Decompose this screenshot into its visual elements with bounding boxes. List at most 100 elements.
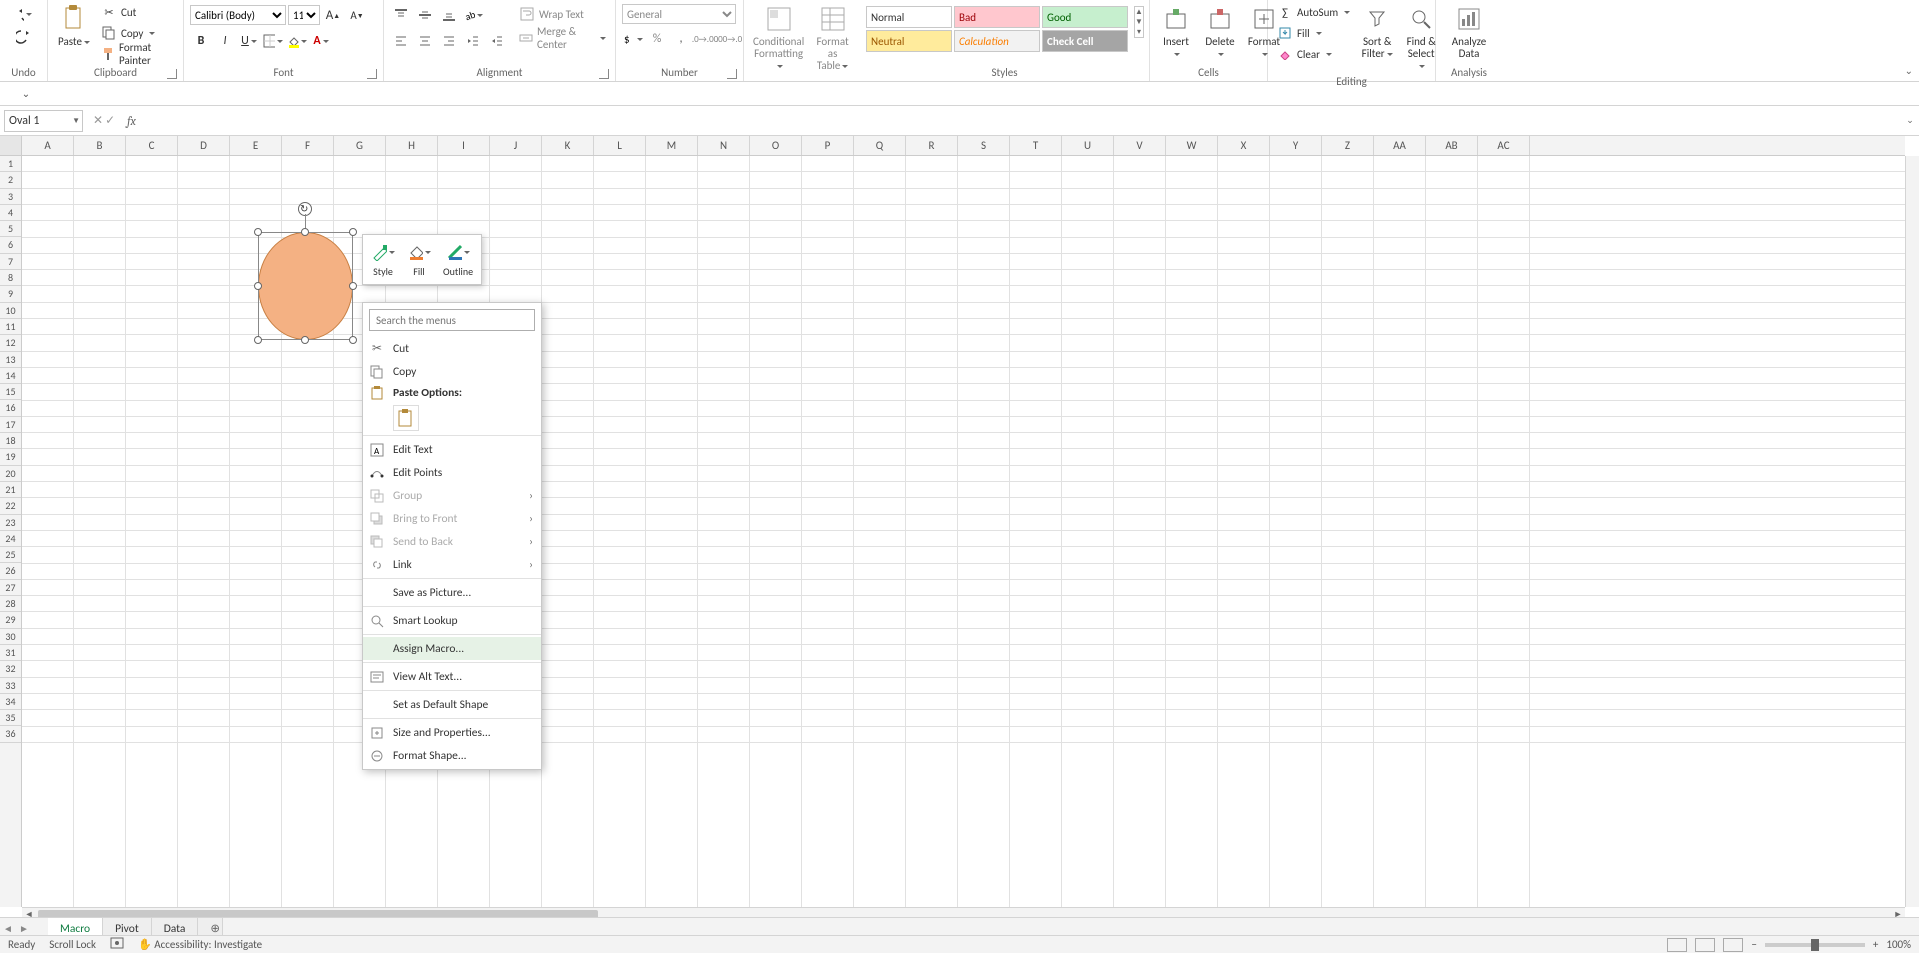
row-header-15[interactable]: 15	[0, 384, 21, 400]
row-header-6[interactable]: 6	[0, 237, 21, 253]
cell-styles-gallery[interactable]: Normal Bad Good Neutral Calculation Chec…	[866, 6, 1128, 52]
format-painter-button[interactable]: Format Painter	[98, 44, 177, 64]
sort-filter-button[interactable]: Sort & Filter	[1357, 2, 1397, 62]
col-header-H[interactable]: H	[386, 136, 438, 155]
decrease-decimal-button[interactable]: .00→.0	[718, 28, 740, 50]
copy-button[interactable]: Copy	[98, 23, 177, 43]
col-header-O[interactable]: O	[750, 136, 802, 155]
vertical-scrollbar[interactable]	[1905, 156, 1919, 907]
row-header-29[interactable]: 29	[0, 612, 21, 628]
merge-center-button[interactable]: Merge & Center	[516, 28, 609, 48]
row-header-16[interactable]: 16	[0, 400, 21, 416]
clipboard-dialog-launcher[interactable]	[167, 69, 177, 79]
redo-button[interactable]	[16, 28, 32, 44]
row-header-25[interactable]: 25	[0, 547, 21, 563]
align-right-button[interactable]	[438, 30, 460, 52]
decrease-font-button[interactable]: A▼	[346, 4, 368, 26]
analyze-data-button[interactable]: Analyze Data	[1442, 2, 1496, 62]
col-header-AC[interactable]: AC	[1478, 136, 1530, 155]
align-left-button[interactable]	[390, 30, 412, 52]
align-middle-button[interactable]	[414, 4, 436, 26]
row-header-2[interactable]: 2	[0, 172, 21, 188]
ctx-smart-lookup[interactable]: Smart Lookup	[363, 609, 541, 632]
ctx-edit-points[interactable]: Edit Points	[363, 461, 541, 484]
bold-button[interactable]: B	[190, 30, 212, 52]
row-headers[interactable]: 1234567891011121314151617181920212223242…	[0, 156, 22, 907]
row-header-9[interactable]: 9	[0, 286, 21, 302]
row-header-3[interactable]: 3	[0, 189, 21, 205]
font-dialog-launcher[interactable]	[367, 69, 377, 79]
wrap-text-button[interactable]: Wrap Text	[516, 4, 609, 24]
autosum-button[interactable]: ∑AutoSum	[1274, 2, 1353, 22]
col-header-I[interactable]: I	[438, 136, 490, 155]
enter-formula-button[interactable]: ✓	[105, 113, 115, 128]
col-header-K[interactable]: K	[542, 136, 594, 155]
increase-decimal-button[interactable]: .0→.00	[694, 28, 716, 50]
row-header-26[interactable]: 26	[0, 563, 21, 579]
col-header-Z[interactable]: Z	[1322, 136, 1374, 155]
increase-font-button[interactable]: A▲	[322, 4, 344, 26]
column-headers[interactable]: ABCDEFGHIJKLMNOPQRSTUVWXYZAAABAC	[22, 136, 1905, 156]
ctx-assign-macro[interactable]: Assign Macro...	[363, 637, 541, 660]
col-header-D[interactable]: D	[178, 136, 230, 155]
ctx-cut[interactable]: ✂Cut	[363, 337, 541, 360]
col-header-E[interactable]: E	[230, 136, 282, 155]
ribbon-collapse-button[interactable]: ⌄	[1905, 64, 1913, 77]
row-header-5[interactable]: 5	[0, 221, 21, 237]
undo-button[interactable]	[16, 6, 32, 22]
decrease-indent-button[interactable]	[462, 30, 484, 52]
row-header-33[interactable]: 33	[0, 678, 21, 694]
col-header-P[interactable]: P	[802, 136, 854, 155]
underline-button[interactable]: U	[238, 30, 260, 52]
alignment-dialog-launcher[interactable]	[599, 69, 609, 79]
handle-ne[interactable]	[349, 228, 357, 236]
handle-se[interactable]	[349, 336, 357, 344]
qat-customize-button[interactable]: ⌄	[20, 88, 32, 100]
row-header-30[interactable]: 30	[0, 629, 21, 645]
oval-shape[interactable]	[258, 232, 353, 340]
handle-nw[interactable]	[254, 228, 262, 236]
ctx-save-picture[interactable]: Save as Picture...	[363, 581, 541, 604]
fill-color-button[interactable]	[286, 30, 308, 52]
col-header-R[interactable]: R	[906, 136, 958, 155]
borders-button[interactable]	[262, 30, 284, 52]
row-header-19[interactable]: 19	[0, 449, 21, 465]
row-header-24[interactable]: 24	[0, 531, 21, 547]
ctx-default-shape[interactable]: Set as Default Shape	[363, 693, 541, 716]
row-header-28[interactable]: 28	[0, 596, 21, 612]
row-header-31[interactable]: 31	[0, 645, 21, 661]
increase-indent-button[interactable]	[486, 30, 508, 52]
style-normal[interactable]: Normal	[866, 6, 952, 28]
col-header-V[interactable]: V	[1114, 136, 1166, 155]
comma-button[interactable]: ,	[670, 28, 692, 50]
row-header-20[interactable]: 20	[0, 466, 21, 482]
col-header-N[interactable]: N	[698, 136, 750, 155]
row-header-14[interactable]: 14	[0, 368, 21, 384]
ctx-copy[interactable]: Copy	[363, 360, 541, 383]
row-header-23[interactable]: 23	[0, 515, 21, 531]
col-header-M[interactable]: M	[646, 136, 698, 155]
col-header-Q[interactable]: Q	[854, 136, 906, 155]
col-header-X[interactable]: X	[1218, 136, 1270, 155]
paste-button[interactable]: Paste	[54, 2, 94, 50]
tab-nav-next[interactable]: ►	[16, 922, 32, 935]
handle-w[interactable]	[254, 282, 262, 290]
delete-cells-button[interactable]: Delete	[1200, 2, 1240, 62]
row-header-1[interactable]: 1	[0, 156, 21, 172]
style-calculation[interactable]: Calculation	[954, 30, 1040, 52]
col-header-S[interactable]: S	[958, 136, 1010, 155]
row-header-35[interactable]: 35	[0, 710, 21, 726]
align-center-button[interactable]	[414, 30, 436, 52]
ctx-size-properties[interactable]: Size and Properties...	[363, 721, 541, 744]
zoom-out-button[interactable]: −	[1751, 938, 1756, 951]
col-header-C[interactable]: C	[126, 136, 178, 155]
col-header-T[interactable]: T	[1010, 136, 1062, 155]
row-header-18[interactable]: 18	[0, 433, 21, 449]
style-good[interactable]: Good	[1042, 6, 1128, 28]
handle-n[interactable]	[301, 228, 309, 236]
zoom-level[interactable]: 100%	[1886, 938, 1911, 951]
font-name-select[interactable]: Calibri (Body)	[190, 5, 286, 25]
accessibility-status[interactable]: ✋ Accessibility: Investigate	[138, 938, 262, 951]
row-header-13[interactable]: 13	[0, 352, 21, 368]
col-header-A[interactable]: A	[22, 136, 74, 155]
